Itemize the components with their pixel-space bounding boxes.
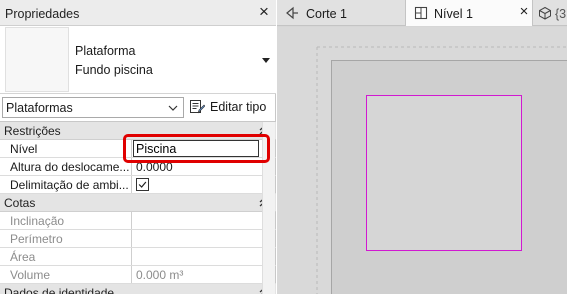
section-constraints[interactable]: Restrições	[0, 122, 276, 140]
section-dimensions-label: Cotas	[4, 196, 36, 210]
section-view-icon	[286, 6, 298, 20]
section-identity[interactable]: Dados de identidade	[0, 284, 276, 294]
close-icon[interactable]: ×	[518, 4, 530, 19]
tab-level-1[interactable]: Nível 1 ×	[405, 0, 533, 26]
section-constraints-label: Restrições	[4, 124, 61, 138]
property-row-slope: Inclinação	[0, 212, 276, 230]
tab-section-1-label: Corte 1	[306, 7, 347, 21]
edit-type-button[interactable]: Editar tipo	[188, 96, 274, 118]
properties-scrollbar[interactable]	[262, 122, 275, 294]
room-bounding-label: Delimitação de ambi...	[0, 176, 132, 193]
chevron-down-icon	[168, 105, 178, 111]
offset-value[interactable]: 0.0000	[133, 158, 261, 175]
properties-header: Propriedades ×	[0, 0, 276, 26]
type-family-label: Plataforma	[75, 44, 136, 58]
pool-platform-outline[interactable]	[366, 95, 522, 251]
properties-grid: Restrições Nível Altura do deslocame... …	[0, 121, 276, 294]
category-filter-select[interactable]: Plataformas	[2, 97, 184, 118]
area-value	[133, 248, 261, 265]
level-label: Nível	[0, 140, 132, 157]
tab-3d-label: {3	[555, 7, 567, 21]
offset-label: Altura do deslocame...	[0, 158, 132, 175]
type-thumbnail	[5, 27, 69, 92]
property-row-level: Nível	[0, 140, 276, 158]
tab-section-1[interactable]: Corte 1	[279, 0, 397, 26]
property-row-perimeter: Perímetro	[0, 230, 276, 248]
view-area: Corte 1 Nível 1 × {3	[277, 0, 567, 294]
property-row-area: Área	[0, 248, 276, 266]
slope-value	[133, 212, 261, 229]
room-bounding-checkbox[interactable]	[136, 178, 149, 191]
3d-view-icon	[539, 6, 551, 20]
category-filter-value: Plataformas	[6, 101, 73, 115]
tab-3d[interactable]: {3	[535, 0, 567, 26]
view-tab-bar: Corte 1 Nível 1 × {3	[277, 0, 567, 26]
caret-down-icon[interactable]	[258, 52, 274, 68]
property-row-room-bounding: Delimitação de ambi...	[0, 176, 276, 194]
drawing-canvas[interactable]	[277, 27, 567, 294]
tab-level-1-label: Nível 1	[434, 7, 473, 21]
area-label: Área	[0, 248, 132, 265]
volume-label: Volume	[0, 266, 132, 283]
floor-plan-icon	[414, 6, 428, 20]
close-icon[interactable]: ×	[257, 3, 271, 21]
level-input[interactable]	[133, 140, 259, 157]
edit-type-icon	[190, 100, 205, 114]
property-row-volume: Volume 0.000 m³	[0, 266, 276, 284]
perimeter-label: Perímetro	[0, 230, 132, 247]
property-row-offset: Altura do deslocame... 0.0000	[0, 158, 276, 176]
filter-row: Plataformas Editar tipo	[0, 96, 276, 120]
type-name-label: Fundo piscina	[75, 63, 153, 77]
slope-label: Inclinação	[0, 212, 132, 229]
properties-title: Propriedades	[5, 7, 80, 21]
properties-panel: Propriedades × Plataforma Fundo piscina …	[0, 0, 276, 294]
perimeter-value	[133, 230, 261, 247]
volume-value: 0.000 m³	[136, 268, 184, 282]
type-selector[interactable]: Plataforma Fundo piscina	[0, 26, 276, 94]
section-dimensions[interactable]: Cotas	[0, 194, 276, 212]
edit-type-label: Editar tipo	[210, 100, 267, 114]
section-identity-label: Dados de identidade	[4, 286, 115, 294]
